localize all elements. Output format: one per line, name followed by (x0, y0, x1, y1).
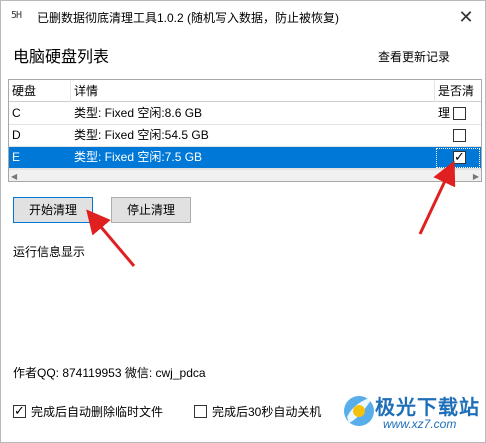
clean-checkbox-checked[interactable] (453, 149, 466, 165)
auto-delete-temp-checkbox[interactable] (13, 403, 26, 419)
scroll-right-icon[interactable]: ▶ (473, 170, 479, 181)
drive-letter: D (12, 128, 21, 142)
changelog-link[interactable]: 查看更新记录 (378, 48, 450, 65)
clean-checkbox[interactable] (453, 107, 466, 120)
watermark-url: www.xz7.com (383, 417, 457, 431)
column-header-clean[interactable]: 是否清理 (435, 80, 481, 120)
auto-shutdown-option[interactable]: 完成后30秒自动关机 (194, 403, 321, 420)
auto-delete-temp-option[interactable]: 完成后自动删除临时文件 (13, 403, 163, 420)
drive-detail: 类型: Fixed 空闲:8.6 GB (74, 106, 203, 120)
auto-shutdown-checkbox[interactable] (194, 405, 207, 418)
table-row[interactable]: C 类型: Fixed 空闲:8.6 GB (9, 103, 481, 125)
table-header: 硬盘 详情 是否清理 (9, 80, 481, 120)
drive-detail: 类型: Fixed 空闲:54.5 GB (74, 128, 209, 142)
window-title: 已删数据彻底清理工具1.0.2 (随机写入数据，防止被恢复) (37, 11, 340, 25)
author-contact: 作者QQ: 874119953 微信: cwj_pdca (13, 366, 206, 380)
app-icon: 5H (11, 10, 22, 21)
drive-letter: C (12, 106, 21, 120)
table-row-selected[interactable]: E 类型: Fixed 空闲:7.5 GB (9, 147, 481, 169)
table-row[interactable]: D 类型: Fixed 空闲:54.5 GB (9, 125, 481, 147)
run-info-label: 运行信息显示 (13, 245, 86, 259)
auto-shutdown-label: 完成后30秒自动关机 (212, 405, 322, 419)
scroll-left-icon[interactable]: ◀ (11, 170, 17, 181)
title-bar: 5H 已删数据彻底清理工具1.0.2 (随机写入数据，防止被恢复) ✕ (1, 1, 485, 33)
horizontal-scrollbar[interactable]: ◀ ▶ (9, 169, 481, 181)
column-header-drive[interactable]: 硬盘 (9, 80, 71, 102)
drive-letter: E (12, 150, 21, 164)
disk-table: 硬盘 详情 是否清理 C 类型: Fixed 空闲:8.6 GB D 类型: F… (8, 79, 482, 182)
column-header-detail[interactable]: 详情 (71, 80, 435, 102)
drive-detail: 类型: Fixed 空闲:7.5 GB (74, 150, 203, 164)
stop-clean-button[interactable]: 停止清理 (111, 197, 191, 223)
disk-list-heading: 电脑硬盘列表 (13, 49, 110, 66)
auto-delete-temp-label: 完成后自动删除临时文件 (31, 405, 164, 419)
close-icon[interactable]: ✕ (455, 6, 477, 28)
watermark-text: 极光下载站 (375, 397, 480, 419)
clean-checkbox[interactable] (453, 129, 466, 142)
watermark-logo-icon (344, 395, 375, 426)
app-window: 5H 已删数据彻底清理工具1.0.2 (随机写入数据，防止被恢复) ✕ 电脑硬盘… (0, 0, 486, 443)
watermark: 极光下载站 www.xz7.com (339, 387, 481, 439)
start-clean-button[interactable]: 开始清理 (13, 197, 93, 223)
